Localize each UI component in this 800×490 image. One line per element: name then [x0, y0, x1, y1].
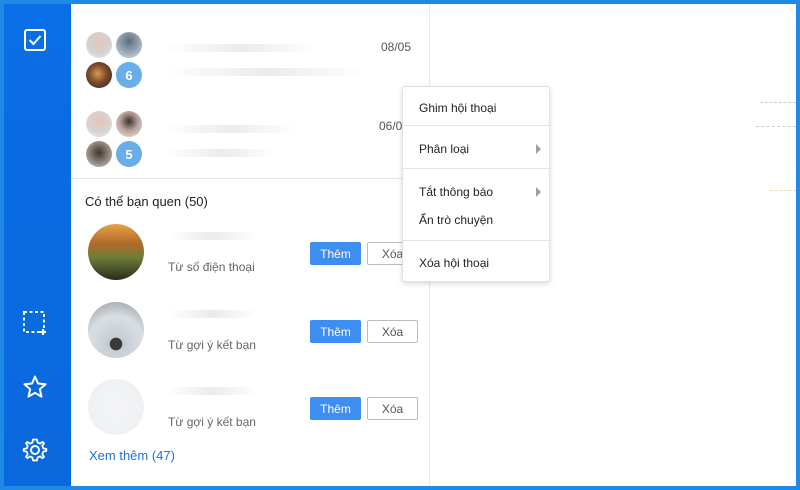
avatar[interactable] — [88, 379, 144, 435]
group-avatar: 5 — [84, 109, 144, 169]
see-more-link[interactable]: Xem thêm (47) — [89, 448, 175, 463]
member-count-badge: 5 — [116, 141, 142, 167]
suggestion-name-blurred — [168, 232, 258, 240]
gear-icon[interactable] — [21, 436, 49, 464]
menu-item-hide[interactable]: Ẩn trò chuyện — [403, 207, 551, 233]
menu-item-pin[interactable]: Ghim hội thoại — [403, 95, 551, 121]
app-window: 6 08/05 5 06/0 Có thể bạn quen (50) Từ s… — [4, 4, 796, 486]
decor-line — [760, 102, 796, 103]
chevron-right-icon — [536, 187, 541, 197]
suggestions-title: Có thể bạn quen (50) — [85, 194, 208, 209]
suggestion-source: Từ gợi ý kết bạn — [168, 338, 256, 352]
menu-item-delete[interactable]: Xóa hội thoại — [403, 250, 551, 276]
suggestion-item: Từ gợi ý kết bạn Thêm Xóa — [71, 379, 430, 449]
last-message-blurred — [166, 68, 366, 76]
menu-item-label: Phân loại — [419, 142, 470, 156]
star-icon[interactable] — [21, 373, 49, 401]
menu-divider — [403, 240, 551, 241]
section-divider — [71, 178, 430, 179]
avatar[interactable] — [88, 224, 144, 280]
suggestion-source: Từ số điện thoại — [168, 260, 255, 274]
avatar — [116, 32, 142, 58]
screenshot-icon[interactable] — [21, 309, 49, 337]
decor-line — [770, 190, 796, 191]
avatar — [86, 62, 112, 88]
conversation-date: 08/05 — [381, 40, 412, 54]
context-menu: Ghim hội thoại Phân loại Tắt thông báo Ẩ… — [402, 86, 551, 282]
conversation-date: 06/0 — [379, 119, 403, 133]
suggestion-source: Từ gợi ý kết bạn — [168, 415, 256, 429]
last-message-blurred — [166, 149, 276, 157]
remove-suggestion-button[interactable]: Xóa — [367, 320, 418, 343]
add-friend-button[interactable]: Thêm — [310, 242, 361, 265]
add-friend-button[interactable]: Thêm — [310, 320, 361, 343]
chevron-right-icon — [536, 144, 541, 154]
avatar — [86, 141, 112, 167]
conversation-item[interactable]: 6 08/05 — [71, 30, 430, 114]
conversation-name-blurred — [166, 125, 296, 133]
avatar — [116, 111, 142, 137]
group-avatar: 6 — [84, 30, 144, 90]
member-count-badge: 6 — [116, 62, 142, 88]
suggestion-item: Từ gợi ý kết bạn Thêm Xóa — [71, 302, 430, 372]
suggestion-name-blurred — [168, 310, 258, 318]
menu-item-label: Xóa hội thoại — [419, 256, 490, 270]
conversation-panel: 6 08/05 5 06/0 Có thể bạn quen (50) Từ s… — [71, 4, 430, 486]
avatar[interactable] — [88, 302, 144, 358]
remove-suggestion-button[interactable]: Xóa — [367, 397, 418, 420]
nav-rail — [4, 4, 71, 486]
add-friend-button[interactable]: Thêm — [310, 397, 361, 420]
conversation-item[interactable]: 5 06/0 — [71, 109, 430, 193]
menu-item-label: Ẩn trò chuyện — [419, 213, 494, 227]
menu-item-mute[interactable]: Tắt thông báo — [403, 179, 551, 205]
suggestion-item: Từ số điện thoại Thêm Xóa — [71, 224, 430, 294]
menu-item-label: Tắt thông báo — [419, 185, 494, 199]
decor-line — [756, 126, 796, 127]
avatar — [86, 32, 112, 58]
menu-item-classify[interactable]: Phân loại — [403, 136, 551, 162]
menu-divider — [403, 168, 551, 169]
suggestion-name-blurred — [168, 387, 258, 395]
avatar — [86, 111, 112, 137]
conversation-name-blurred — [166, 44, 316, 52]
menu-divider — [403, 125, 551, 126]
checkbox-icon[interactable] — [21, 26, 49, 54]
menu-item-label: Ghim hội thoại — [419, 101, 497, 115]
